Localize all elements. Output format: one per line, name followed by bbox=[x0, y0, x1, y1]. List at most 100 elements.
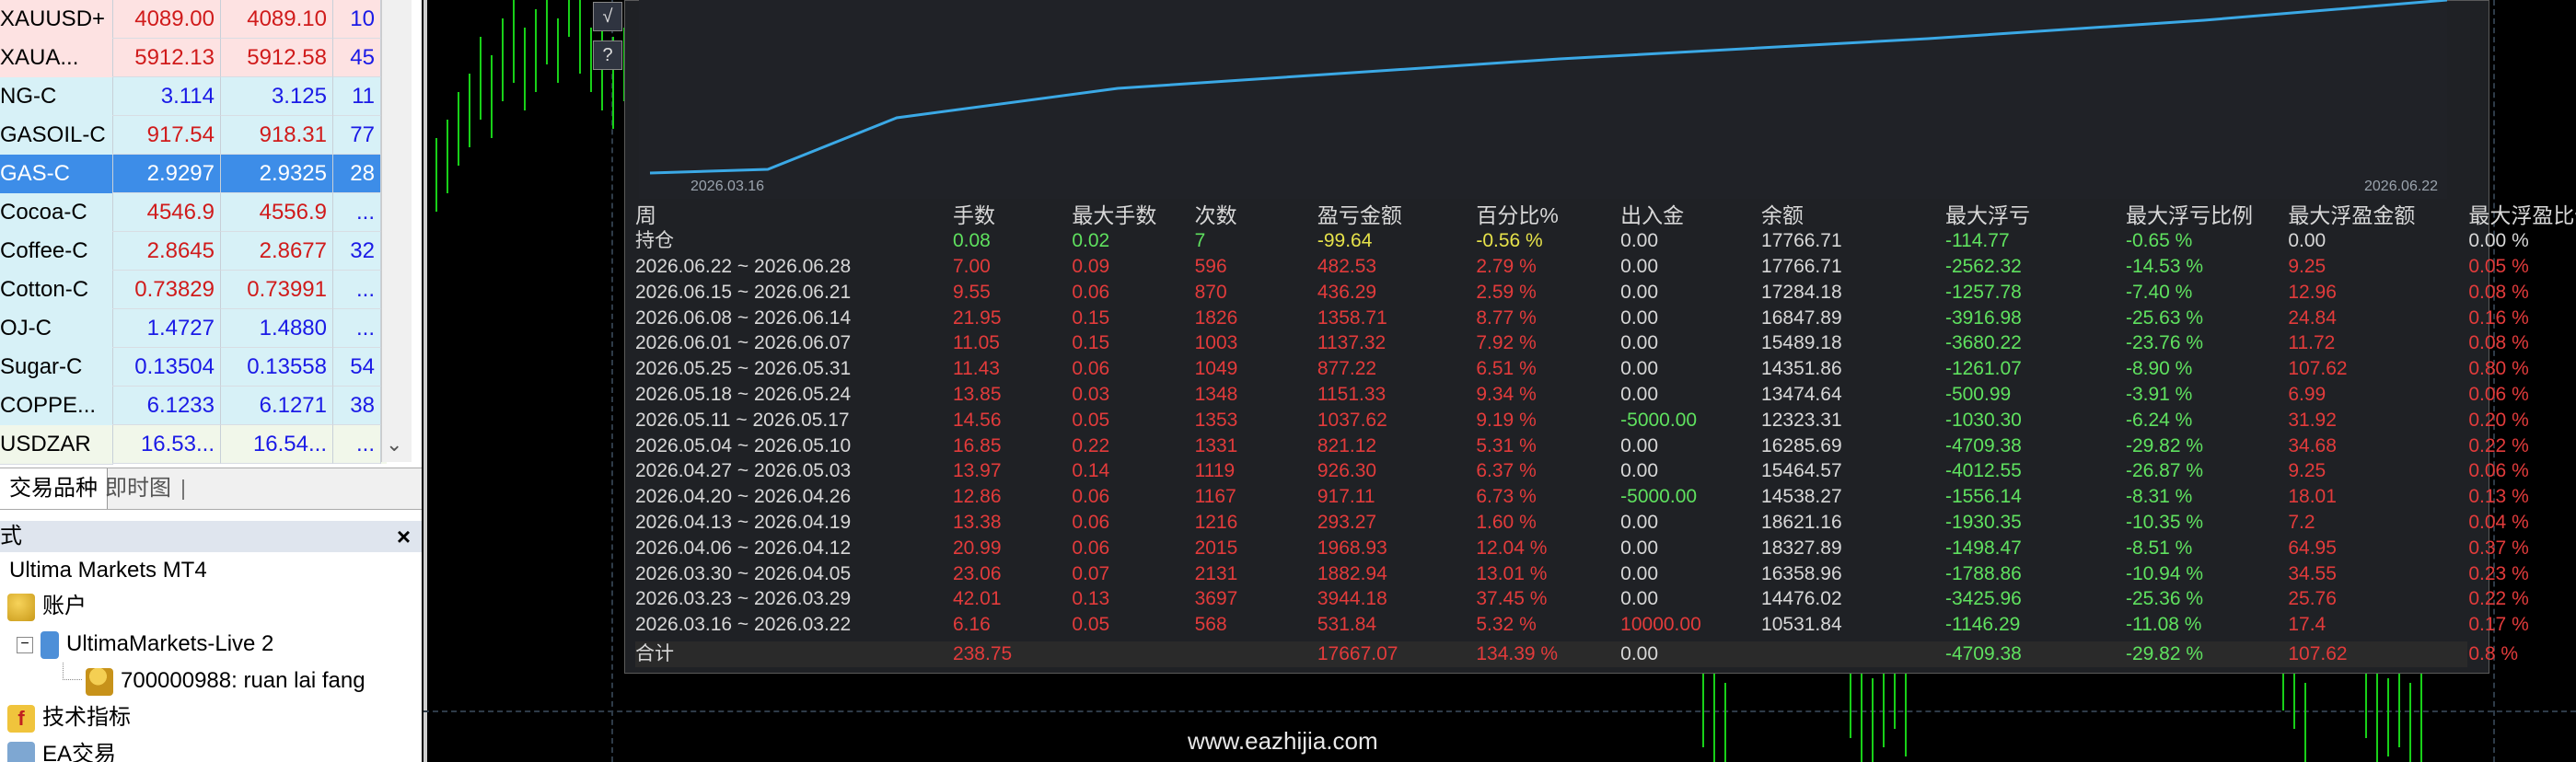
stats-row: 2026.05.04 ~ 2026.05.10 16.85 0.22 1331 821.… bbox=[635, 433, 2529, 459]
stats-cell-col7: 17284.18 bbox=[1761, 281, 1842, 303]
market-watch-row[interactable]: GAS-C 2.9297 2.9325 28 bbox=[0, 155, 387, 194]
stats-cell-col5: 5.32 % bbox=[1476, 614, 1537, 636]
stats-cell-col11: 0.06 % bbox=[2468, 384, 2529, 405]
stats-row: 2026.04.27 ~ 2026.05.03 13.97 0.14 1119 926.… bbox=[635, 458, 2529, 484]
stats-cell-col5: 6.37 % bbox=[1476, 460, 1537, 482]
stats-cell-col5: 5.31 % bbox=[1476, 434, 1537, 456]
stats-row: 2026.03.23 ~ 2026.03.29 42.01 0.13 3697 3944… bbox=[635, 586, 2529, 612]
market-ask: 918.31 bbox=[221, 116, 333, 155]
stats-cell-col9: -25.63 % bbox=[2125, 306, 2204, 329]
stats-row: 2026.05.25 ~ 2026.05.31 11.43 0.06 1049 877.… bbox=[635, 356, 2529, 382]
stats-cell-col7: 18621.16 bbox=[1761, 512, 1842, 533]
market-symbol: COPPE... bbox=[0, 387, 113, 426]
left-panel: XAUUSD+ 4089.00 4089.10 10 XAUA... 5912.13 591… bbox=[0, 0, 422, 762]
stats-cell-col1: 16.85 bbox=[952, 434, 1002, 456]
stats-cell-col8: -4709.38 bbox=[1944, 434, 2022, 456]
market-bid: 0.73829 bbox=[112, 271, 221, 309]
market-bid: 4089.00 bbox=[112, 0, 221, 39]
stats-cell-col9: -6.24 % bbox=[2125, 409, 2193, 431]
close-icon[interactable]: × bbox=[397, 521, 411, 552]
tree-indicators[interactable]: f 技术指标 bbox=[7, 699, 131, 736]
stats-cell-col1: 13.97 bbox=[952, 460, 1002, 482]
market-symbol: Cotton-C bbox=[0, 271, 113, 310]
stats-cell-col3: 596 bbox=[1194, 256, 1227, 277]
stats-cell-col11: 0.13 % bbox=[2468, 486, 2529, 508]
stats-cell-col6: 0.00 bbox=[1620, 230, 1659, 251]
market-bid: 4546.9 bbox=[112, 193, 221, 232]
tab-symbols[interactable]: 交易品种 bbox=[0, 468, 108, 509]
stats-cell-col10: 34.55 bbox=[2288, 562, 2337, 584]
stats-cell-col1: 0.08 bbox=[952, 230, 991, 251]
market-bid: 917.54 bbox=[112, 116, 221, 155]
stats-cell-col4: 926.30 bbox=[1317, 460, 1377, 482]
stats-cell-col6: -5000.00 bbox=[1620, 409, 1698, 431]
equity-chart-bg bbox=[639, 0, 2447, 199]
stats-cell-col4: 1137.32 bbox=[1317, 332, 1387, 354]
tree-ea-label: EA交易 bbox=[42, 742, 117, 762]
stats-cell-col5: 2.59 % bbox=[1476, 281, 1537, 303]
stats-cell-col0: 2026.06.01 ~ 2026.06.07 bbox=[635, 332, 852, 354]
market-ask: 4556.9 bbox=[221, 193, 333, 232]
stats-cell-col3: 1049 bbox=[1194, 358, 1238, 380]
stats-header-row: 周 手数 最大手数 次数 盈亏金额 百分比% 出入金 余额 最大浮亏 最大浮亏比例 最大浮盈金额 最大… bbox=[635, 202, 2576, 228]
stats-cell-col1: 9.55 bbox=[952, 281, 991, 303]
stats-row: 2026.04.13 ~ 2026.04.19 13.38 0.06 1216 293.… bbox=[635, 510, 2529, 536]
market-symbol: OJ-C bbox=[0, 309, 113, 349]
market-watch-row[interactable]: Cotton-C 0.73829 0.73991... bbox=[0, 271, 387, 310]
tree-accounts[interactable]: 账户 bbox=[7, 588, 87, 625]
market-spread: ... bbox=[333, 425, 381, 464]
candlesticks-bottom-right bbox=[2282, 674, 2422, 762]
equity-chart: 2026.03.16 2026.06.22 bbox=[639, 0, 2448, 199]
market-watch-row[interactable]: OJ-C 1.4727 1.4880... bbox=[0, 309, 387, 349]
stats-cell-col2: 0.06 bbox=[1072, 486, 1110, 508]
stats-cell-col4: 531.84 bbox=[1317, 614, 1377, 636]
accounts-icon bbox=[7, 593, 35, 621]
scroll-down-icon[interactable]: ⌄ bbox=[386, 433, 402, 456]
stats-cell-col10: 6.99 bbox=[2288, 384, 2327, 405]
market-watch-row[interactable]: Coffee-C 2.8645 2.8677 32 bbox=[0, 232, 387, 271]
help-button[interactable]: ? bbox=[593, 40, 622, 70]
stats-cell-col3: 1119 bbox=[1194, 460, 1236, 482]
stats-cell-col10: 9.25 bbox=[2288, 256, 2327, 277]
stats-cell-col2: 0.13 bbox=[1072, 588, 1110, 610]
tree-ea[interactable]: EA交易 bbox=[7, 736, 116, 762]
market-watch-scrollbar[interactable]: ⌄ bbox=[381, 0, 412, 462]
stats-cell-col10: 11.72 bbox=[2288, 332, 2336, 354]
stats-row: 2026.06.15 ~ 2026.06.21 9.55 0.06 870 436.29… bbox=[635, 280, 2529, 306]
stats-cell-col11: 0.22 % bbox=[2468, 434, 2529, 456]
tree-server[interactable]: − UltimaMarkets-Live 2 bbox=[17, 626, 273, 663]
stats-cell-col3: 1826 bbox=[1194, 306, 1238, 329]
stats-cell-col4: 917.11 bbox=[1317, 486, 1375, 508]
stats-cell-col9: -29.82 % bbox=[2125, 643, 2204, 664]
stats-cell-col10: 18.01 bbox=[2288, 486, 2337, 508]
market-ask: 5912.58 bbox=[221, 39, 333, 77]
collapse-icon[interactable]: − bbox=[17, 636, 33, 653]
stats-cell-col0: 2026.06.22 ~ 2026.06.28 bbox=[635, 256, 852, 277]
market-watch-row[interactable]: USDZAR 16.53... 16.54...... bbox=[0, 425, 387, 465]
stats-cell-col6: 出入金 bbox=[1620, 203, 1685, 227]
stats-row: 2026.06.08 ~ 2026.06.14 21.95 0.15 1826 1358… bbox=[635, 306, 2529, 331]
market-watch-row[interactable]: XAUA... 5912.13 5912.58 45 bbox=[0, 39, 387, 78]
stats-cell-col8: 最大浮亏 bbox=[1944, 203, 2030, 227]
market-watch-row[interactable]: COPPE... 6.1233 6.1271 38 bbox=[0, 387, 387, 426]
market-ask: 4089.10 bbox=[221, 0, 333, 39]
stats-cell-col5: 134.39 % bbox=[1476, 643, 1559, 664]
sqrt-button[interactable]: √ bbox=[593, 2, 622, 31]
equity-x-end: 2026.06.22 bbox=[2364, 179, 2439, 194]
market-watch: XAUUSD+ 4089.00 4089.10 10 XAUA... 5912.13 591… bbox=[0, 0, 387, 465]
market-watch-row[interactable]: Cocoa-C 4546.9 4556.9... bbox=[0, 193, 387, 233]
stats-cell-col3: 870 bbox=[1194, 281, 1227, 303]
market-watch-row[interactable]: Sugar-C 0.13504 0.13558 54 bbox=[0, 348, 387, 387]
market-symbol: Sugar-C bbox=[0, 348, 113, 387]
stats-cell-col0: 周 bbox=[635, 203, 656, 227]
stats-row: 2026.04.06 ~ 2026.04.12 20.99 0.06 2015 1968… bbox=[635, 536, 2529, 561]
market-watch-row[interactable]: GASOIL-C 917.54 918.31 77 bbox=[0, 116, 387, 156]
market-watch-row[interactable]: XAUUSD+ 4089.00 4089.10 10 bbox=[0, 0, 387, 40]
tree-account[interactable]: 700000988: ruan lai fang bbox=[63, 663, 366, 699]
tree-root[interactable]: Ultima Markets MT4 bbox=[9, 552, 207, 589]
tree-line bbox=[63, 663, 82, 680]
stats-cell-col9: 最大浮亏比例 bbox=[2125, 203, 2253, 227]
market-watch-row[interactable]: NG-C 3.114 3.125 11 bbox=[0, 77, 387, 117]
stats-cell-col2: 最大手数 bbox=[1072, 203, 1157, 227]
tab-tick-chart[interactable]: 即时图 bbox=[96, 468, 193, 509]
